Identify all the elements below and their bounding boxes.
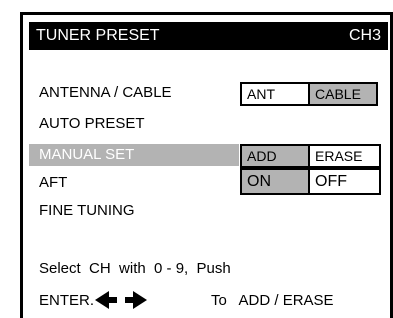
menu-item-manual-set[interactable]: MANUAL SET — [39, 145, 134, 165]
left-arrow-icon — [95, 291, 117, 309]
option-ant[interactable]: ANT — [240, 82, 310, 106]
arrow-keys — [95, 291, 147, 309]
instruction-add-erase: To ADD / ERASE — [211, 292, 334, 309]
menu-item-manual-set-highlight[interactable]: MANUAL SET — [29, 144, 239, 166]
instruction-enter: ENTER. — [39, 292, 95, 309]
option-on[interactable]: ON — [240, 168, 310, 195]
option-add[interactable]: ADD — [240, 144, 310, 168]
menu-item-antenna-cable[interactable]: ANTENNA / CABLE — [39, 83, 172, 103]
menu-item-auto-preset[interactable]: AUTO PRESET — [39, 114, 145, 134]
option-erase[interactable]: ERASE — [308, 144, 381, 168]
option-off[interactable]: OFF — [308, 168, 381, 195]
channel-indicator: CH3 — [348, 27, 381, 44]
option-cable[interactable]: CABLE — [308, 82, 378, 106]
menu-item-aft[interactable]: AFT — [39, 173, 67, 193]
menu-item-fine-tuning[interactable]: FINE TUNING — [39, 201, 135, 221]
instruction-line-1: Select CH with 0 - 9, Push — [39, 260, 231, 277]
title-bar: TUNER PRESET CH3 — [29, 22, 388, 50]
menu-title: TUNER PRESET — [36, 27, 160, 44]
right-arrow-icon — [125, 291, 147, 309]
